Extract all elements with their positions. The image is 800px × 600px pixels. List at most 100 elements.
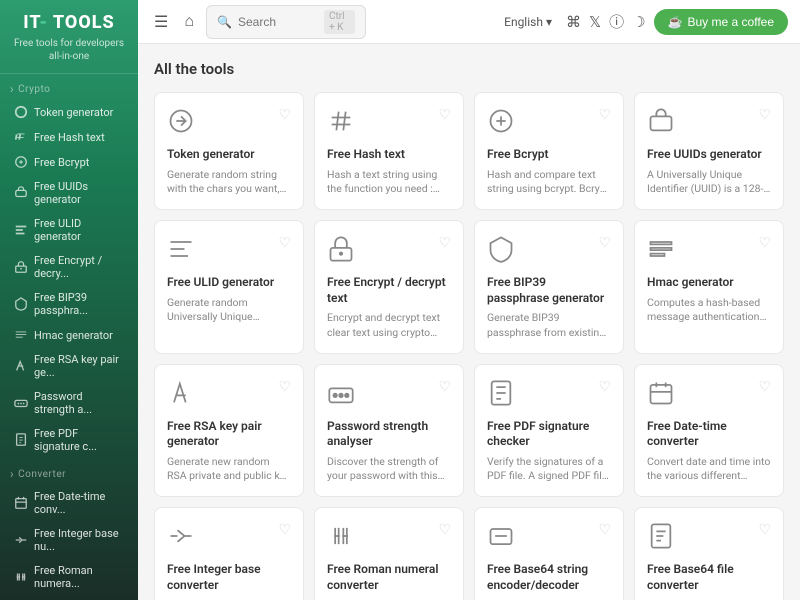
- theme-icon[interactable]: ☽: [632, 13, 645, 31]
- favorite-icon[interactable]: ♡: [758, 107, 771, 123]
- tool-card-ulid[interactable]: ♡ Free ULID generator Generate random Un…: [154, 220, 304, 354]
- favorite-icon[interactable]: ♡: [758, 379, 771, 395]
- sidebar-section-crypto: Crypto: [0, 74, 138, 99]
- favorite-icon[interactable]: ♡: [438, 379, 451, 395]
- sidebar-crypto-section: Crypto Token generator Free Hash text Fr…: [0, 74, 138, 459]
- search-bar: 🔍 Ctrl + K: [206, 5, 366, 39]
- sidebar-item-roman[interactable]: Free Roman numera...: [4, 559, 134, 595]
- buy-coffee-button[interactable]: ☕ Buy me a coffee: [654, 9, 788, 35]
- sidebar-logo: IT- TOOLS: [10, 12, 128, 33]
- favorite-icon[interactable]: ♡: [598, 107, 611, 123]
- tool-icon-datetime: [647, 379, 679, 411]
- card-desc: Generate random Universally Unique Lexic…: [167, 296, 291, 325]
- sidebar-item-ulid[interactable]: Free ULID generator: [4, 212, 134, 248]
- card-desc: Convert date and time into the various d…: [647, 455, 771, 484]
- card-desc: Hash a text string using the function yo…: [327, 168, 451, 197]
- sidebar-label: Free BIP39 passphra...: [34, 291, 124, 317]
- tool-card-bcrypt[interactable]: ♡ Free Bcrypt Hash and compare text stri…: [474, 92, 624, 210]
- sidebar-item-bip39[interactable]: Free BIP39 passphra...: [4, 286, 134, 322]
- sidebar-item-rsa[interactable]: Free RSA key pair ge...: [4, 348, 134, 384]
- favorite-icon[interactable]: ♡: [278, 379, 291, 395]
- tool-icon-bip39: [487, 235, 519, 267]
- section-title: All the tools: [154, 60, 784, 78]
- card-title: Free Hash text: [327, 147, 451, 163]
- tool-icon-bcrypt: [487, 107, 519, 139]
- sidebar-item-hash[interactable]: Free Hash text: [4, 125, 134, 149]
- tool-icon-pdf: [487, 379, 519, 411]
- info-icon[interactable]: ⓘ: [609, 11, 624, 32]
- sidebar-item-pdf[interactable]: Free PDF signature c...: [4, 422, 134, 458]
- home-button[interactable]: ⌂: [180, 9, 198, 35]
- sidebar-converter-section: Converter Free Date-time conv... Free In…: [0, 459, 138, 600]
- tool-card-hash[interactable]: ♡ Free Hash text Hash a text string usin…: [314, 92, 464, 210]
- tool-card-integer[interactable]: ♡ Free Integer base converter Convert nu…: [154, 507, 304, 600]
- card-top: ♡: [647, 522, 771, 554]
- sidebar-label: Free UUIDs generator: [34, 180, 124, 206]
- sidebar-item-hmac[interactable]: Hmac generator: [4, 323, 134, 347]
- search-input[interactable]: [238, 15, 318, 29]
- card-desc: Generate new random RSA private and publ…: [167, 455, 291, 484]
- tool-card-base64str[interactable]: ♡ Free Base64 string encoder/decoder Sim…: [474, 507, 624, 600]
- tool-card-rsa[interactable]: ♡ Free RSA key pair generator Generate n…: [154, 364, 304, 498]
- card-top: ♡: [487, 379, 611, 411]
- sidebar-label: Free RSA key pair ge...: [34, 353, 124, 379]
- tool-card-base64file[interactable]: ♡ Free Base64 file converter Convert str…: [634, 507, 784, 600]
- sidebar-subtitle: Free tools for developers all-in-one: [10, 37, 128, 63]
- favorite-icon[interactable]: ♡: [278, 107, 291, 123]
- sidebar-label: Free Date-time conv...: [34, 490, 124, 516]
- card-title: Hmac generator: [647, 275, 771, 291]
- tool-card-bip39[interactable]: ♡ Free BIP39 passphrase generator Genera…: [474, 220, 624, 354]
- sidebar-label: Free Encrypt / decry...: [34, 254, 124, 280]
- tools-grid: ♡ Token generator Generate random string…: [154, 92, 784, 600]
- sidebar-item-bcrypt[interactable]: Free Bcrypt: [4, 150, 134, 174]
- language-selector[interactable]: English ▾: [498, 11, 558, 33]
- main-area: ☰ ⌂ 🔍 Ctrl + K English ▾ ⌘ 𝕏 ⓘ ☽ ☕ Buy m…: [138, 0, 800, 600]
- card-desc: Encrypt and decrypt text clear text usin…: [327, 311, 451, 340]
- favorite-icon[interactable]: ♡: [438, 522, 451, 538]
- tool-icon-integer: [167, 522, 199, 554]
- card-title: Free BIP39 passphrase generator: [487, 275, 611, 306]
- favorite-icon[interactable]: ♡: [438, 107, 451, 123]
- sidebar-item-integer[interactable]: Free Integer base nu...: [4, 522, 134, 558]
- tool-card-datetime[interactable]: ♡ Free Date-time converter Convert date …: [634, 364, 784, 498]
- sidebar-item-base64str[interactable]: Free Base64 string e...: [4, 596, 134, 600]
- card-top: ♡: [167, 522, 291, 554]
- tool-card-roman[interactable]: ♡ Free Roman numeral converter Convert R…: [314, 507, 464, 600]
- tool-card-token[interactable]: ♡ Token generator Generate random string…: [154, 92, 304, 210]
- tool-card-pdf[interactable]: ♡ Free PDF signature checker Verify the …: [474, 364, 624, 498]
- tool-icon-base64file: [647, 522, 679, 554]
- favorite-icon[interactable]: ♡: [758, 522, 771, 538]
- github-icon[interactable]: ⌘: [566, 13, 581, 31]
- language-label: English: [504, 15, 543, 29]
- card-top: ♡: [487, 107, 611, 139]
- card-title: Free Integer base converter: [167, 562, 291, 593]
- sidebar-item-token[interactable]: Token generator: [4, 100, 134, 124]
- sidebar-item-password[interactable]: Password strength a...: [4, 385, 134, 421]
- favorite-icon[interactable]: ♡: [758, 235, 771, 251]
- favorite-icon[interactable]: ♡: [438, 235, 451, 251]
- card-title: Free RSA key pair generator: [167, 419, 291, 450]
- tool-icon-roman: [327, 522, 359, 554]
- sidebar-item-encrypt[interactable]: Free Encrypt / decry...: [4, 249, 134, 285]
- twitter-icon[interactable]: 𝕏: [589, 13, 601, 31]
- sidebar-label: Free Roman numera...: [34, 564, 124, 590]
- sidebar-label: Free PDF signature c...: [34, 427, 124, 453]
- favorite-icon[interactable]: ♡: [278, 235, 291, 251]
- sidebar-item-datetime[interactable]: Free Date-time conv...: [4, 485, 134, 521]
- tool-card-hmac[interactable]: ♡ Hmac generator Computes a hash-based m…: [634, 220, 784, 354]
- favorite-icon[interactable]: ♡: [598, 379, 611, 395]
- card-top: ♡: [487, 522, 611, 554]
- favorite-icon[interactable]: ♡: [598, 522, 611, 538]
- tool-card-password[interactable]: ♡ Password strength analyser Discover th…: [314, 364, 464, 498]
- sidebar-item-uuid[interactable]: Free UUIDs generator: [4, 175, 134, 211]
- sidebar-label: Free ULID generator: [34, 217, 124, 243]
- topbar: ☰ ⌂ 🔍 Ctrl + K English ▾ ⌘ 𝕏 ⓘ ☽ ☕ Buy m…: [138, 0, 800, 44]
- logo-tools: TOOLS: [53, 12, 115, 33]
- menu-button[interactable]: ☰: [150, 8, 172, 36]
- sidebar-header: IT- TOOLS Free tools for developers all-…: [0, 0, 138, 74]
- tool-card-uuid[interactable]: ♡ Free UUIDs generator A Universally Uni…: [634, 92, 784, 210]
- tool-card-encrypt[interactable]: ♡ Free Encrypt / decrypt text Encrypt an…: [314, 220, 464, 354]
- favorite-icon[interactable]: ♡: [278, 522, 291, 538]
- favorite-icon[interactable]: ♡: [598, 235, 611, 251]
- sidebar-label: Hmac generator: [34, 329, 113, 342]
